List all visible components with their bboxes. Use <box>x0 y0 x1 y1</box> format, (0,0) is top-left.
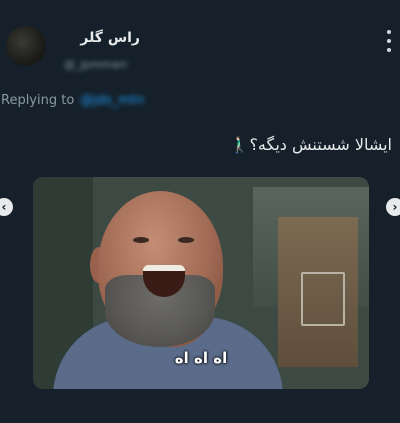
user-handle[interactable]: @_jpmmarr <box>64 58 184 71</box>
person-eye <box>133 237 149 243</box>
display-name[interactable]: راس گلر <box>70 30 140 46</box>
replying-to-mention[interactable]: @jds_mtn <box>80 93 144 108</box>
chevron-left-icon[interactable]: ‹ <box>0 198 13 216</box>
tweet-text: ایشالا شستنش دیگه؟🚶🏻‍♂️ <box>229 135 392 154</box>
person-eye <box>178 237 194 243</box>
replying-to: Replying to @jds_mtn <box>1 93 144 108</box>
chevron-right-icon[interactable]: › <box>386 198 400 216</box>
media-image[interactable]: اه اه اه <box>33 177 369 389</box>
replying-to-label: Replying to <box>1 93 75 108</box>
avatar[interactable] <box>6 26 46 66</box>
video-subtitle: اه اه اه <box>174 349 228 367</box>
more-vertical-icon[interactable] <box>386 30 392 52</box>
scene-box <box>301 272 345 326</box>
